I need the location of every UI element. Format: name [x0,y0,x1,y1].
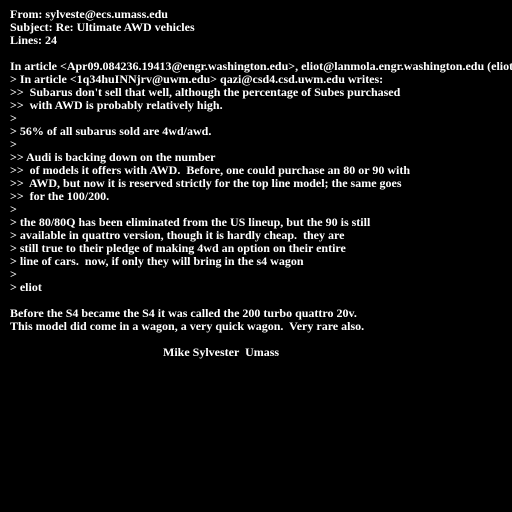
quoted-line: > eliot [10,281,42,294]
message-document: From: sylveste@ecs.umass.edu Subject: Re… [10,8,512,512]
quoted-line: > still true to their pledge of making 4… [10,242,346,255]
header-lines: Lines: 24 [10,34,58,47]
quoted-line: >> Subarus don't sell that well, althoug… [10,86,401,99]
quoted-line: >> for the 100/200. [10,190,110,203]
quoted-line: >> Audi is backing down on the number [10,151,216,164]
quoted-line: > In article <1q34huINNjrv@uwm.edu> qazi… [10,73,384,86]
quoted-line: > 56% of all subarus sold are 4wd/awd. [10,125,212,138]
quoted-line: > [10,138,17,151]
quoted-line: > the 80/80Q has been eliminated from th… [10,216,371,229]
header-subject: Subject: Re: Ultimate AWD vehicles [10,21,195,34]
quoted-line: >> of models it offers with AWD. Before,… [10,164,411,177]
quoted-line: >> AWD, but now it is reserved strictly … [10,177,402,190]
reply-line: Before the S4 became the S4 it was calle… [10,307,357,320]
reply-line: This model did come in a wagon, a very q… [10,320,365,333]
quoted-line: > [10,203,17,216]
quoted-line: > line of cars. now, if only they will b… [10,255,304,268]
quoted-line: >> with AWD is probably relatively high. [10,99,223,112]
signature: Mike Sylvester Umass [163,346,280,359]
quoted-line: > [10,268,17,281]
quoted-line: > [10,112,17,125]
header-from: From: sylveste@ecs.umass.edu [10,8,168,21]
attribution-line: In article <Apr09.084236.19413@engr.wash… [10,60,512,73]
quoted-line: > available in quattro version, though i… [10,229,345,242]
